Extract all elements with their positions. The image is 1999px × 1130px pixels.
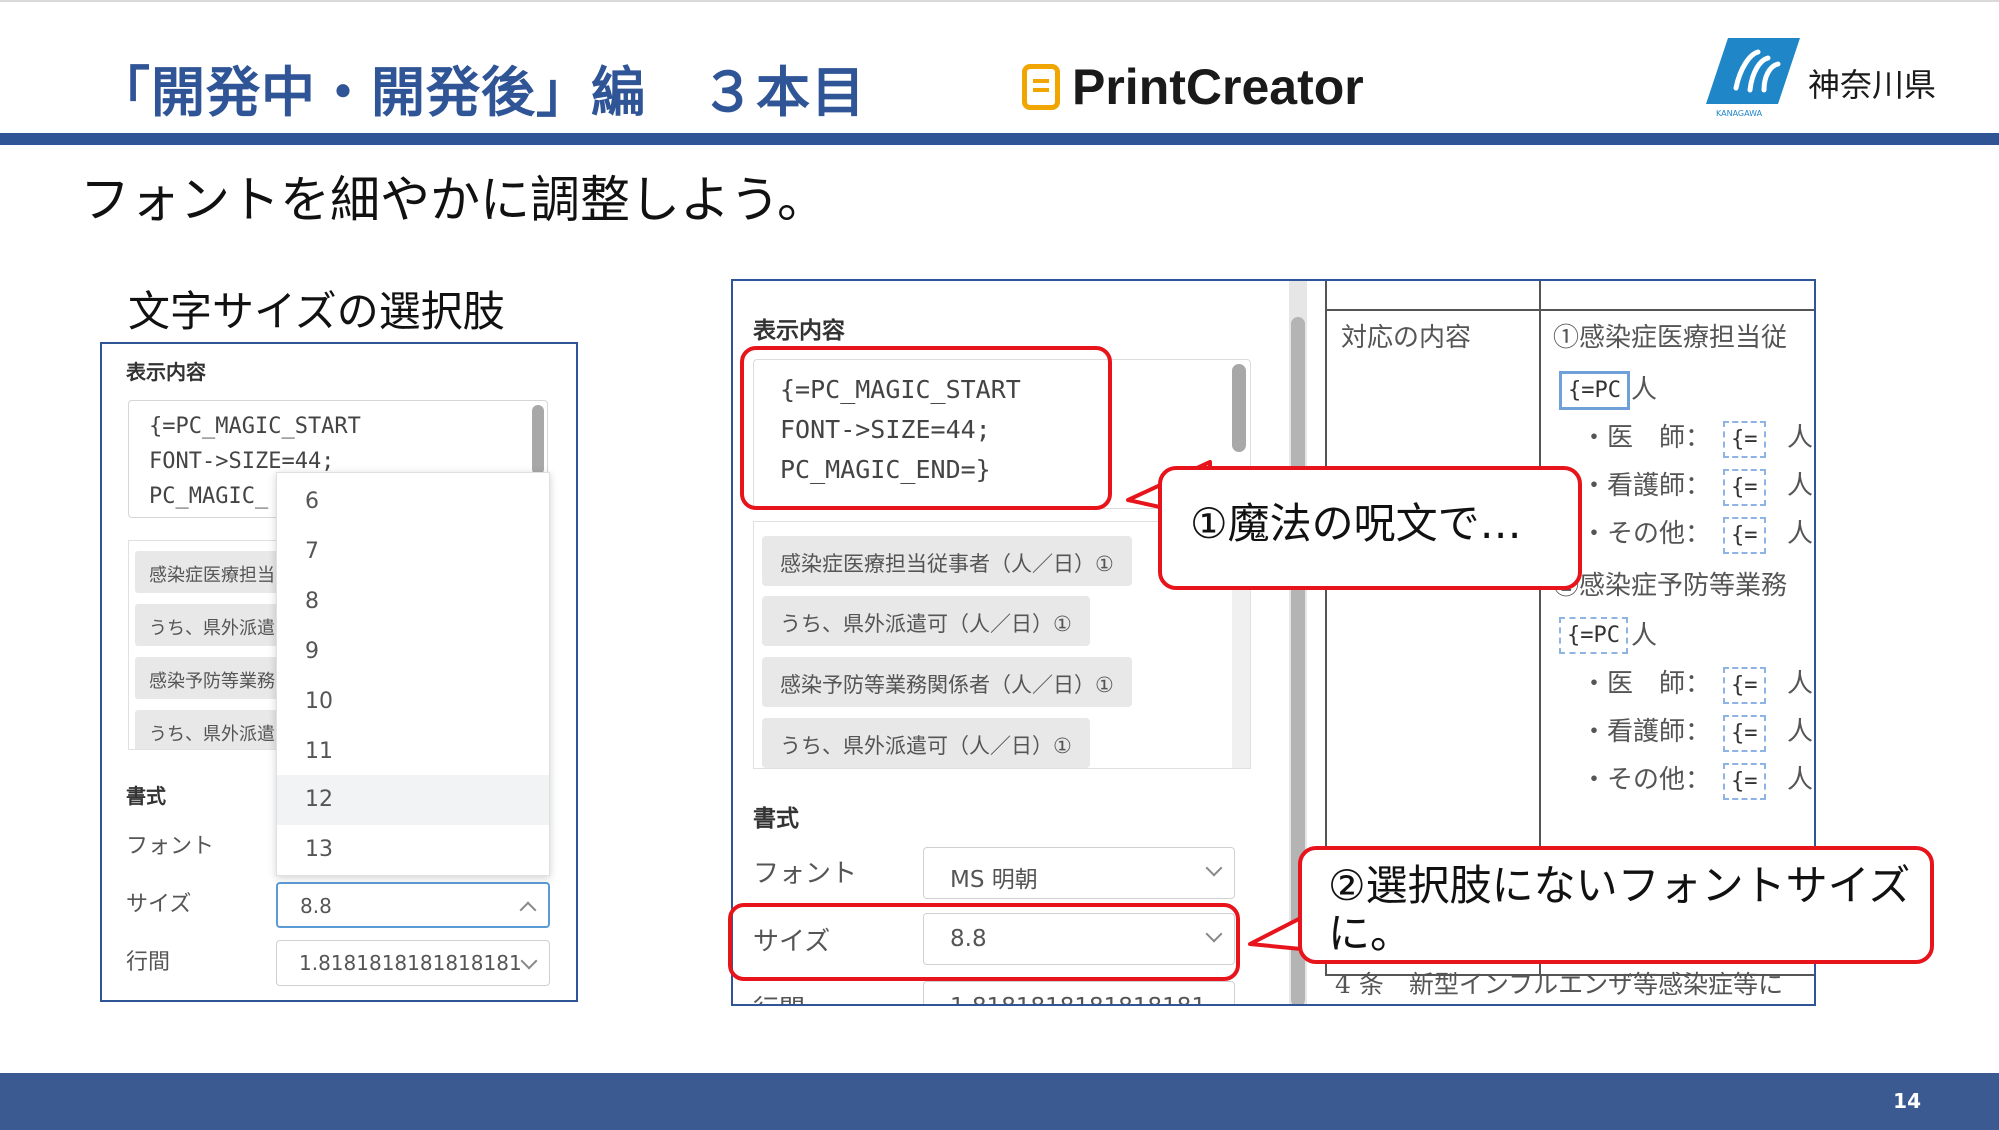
field-chip[interactable]: 感染症医療担当	[135, 551, 289, 593]
top-divider	[0, 0, 1999, 2]
size-option[interactable]: 13	[277, 825, 549, 875]
doctor-label: ・医 師：	[1581, 669, 1712, 699]
slide-subtitle: フォントを細やかに調整しよう。	[80, 171, 827, 229]
other-label: ・その他：	[1581, 765, 1712, 795]
unit-text: 人	[1787, 519, 1814, 549]
format-heading: 書式	[753, 806, 799, 832]
column-label: 対応の内容	[1341, 323, 1472, 353]
left-caption: 文字サイズの選択肢	[128, 287, 505, 336]
field-chip[interactable]: 感染予防等業務	[135, 657, 289, 699]
size-option[interactable]: 6	[277, 477, 549, 527]
placeholder-field[interactable]: {=	[1723, 421, 1766, 458]
printcreator-logo: PrintCreator	[1022, 58, 1364, 116]
font-size-callout: ②選択肢にないフォントサイズ に。	[1298, 846, 1934, 964]
unit-text: 人	[1787, 471, 1814, 501]
size-highlight-box	[728, 903, 1240, 981]
slide-title: 「開発中・開発後」編 ３本目	[96, 61, 866, 124]
size-dropdown: 6 7 8 9 10 11 12 13	[276, 472, 550, 876]
size-option-selected[interactable]: 12	[277, 775, 549, 825]
emblem-caption: KANAGAWA	[1716, 109, 1763, 118]
field-chip[interactable]: うち、県外派遣可（人／日）①	[762, 718, 1090, 768]
placeholder-field[interactable]: {=	[1723, 763, 1766, 800]
size-option[interactable]: 7	[277, 527, 549, 577]
display-content-heading: 表示内容	[753, 318, 845, 344]
font-label: フォント	[126, 834, 215, 859]
textarea-scrollbar[interactable]	[1232, 364, 1246, 452]
unit-text: 人	[1631, 375, 1658, 405]
placeholder-field[interactable]: {=PC	[1559, 617, 1628, 654]
field-chip[interactable]: 感染予防等業務関係者（人／日）①	[762, 657, 1132, 707]
size-select-value: 8.8	[300, 894, 332, 918]
unit-text: 人	[1787, 423, 1814, 453]
unit-text: 人	[1787, 717, 1814, 747]
placeholder-field[interactable]: {=	[1723, 667, 1766, 704]
line-spacing-label: 行間	[753, 989, 805, 1004]
size-label: サイズ	[126, 892, 192, 917]
line-spacing-value: 1.8181818181818181	[299, 951, 522, 975]
size-select[interactable]: 8.8	[276, 882, 550, 928]
table-border	[1325, 309, 1814, 311]
doc-item-2: ②感染症予防等業務	[1553, 571, 1788, 601]
line-spacing-select[interactable]: 1.8181818181818181	[923, 981, 1235, 1004]
prefecture-name: 神奈川県	[1808, 66, 1937, 104]
display-content-heading: 表示内容	[126, 360, 206, 384]
field-chip[interactable]: うち、県外派遣可（人／日）①	[762, 596, 1090, 646]
page-number: 14	[1893, 1089, 1921, 1113]
font-label: フォント	[753, 859, 858, 889]
placeholder-field[interactable]: {=	[1723, 469, 1766, 506]
line-spacing-select[interactable]: 1.8181818181818181	[276, 940, 550, 986]
other-label: ・その他：	[1581, 519, 1712, 549]
doc-item-1: ①感染症医療担当従	[1553, 323, 1788, 353]
format-heading: 書式	[126, 784, 166, 808]
textarea-scrollbar[interactable]	[532, 405, 544, 475]
size-options-panel: 表示内容 {=PC_MAGIC_START FONT->SIZE=44; PC_…	[100, 342, 578, 1002]
code-highlight-box	[740, 346, 1112, 510]
placeholder-field[interactable]: {=	[1723, 517, 1766, 554]
printcreator-logo-text: PrintCreator	[1072, 59, 1364, 115]
header-bar	[0, 133, 1999, 145]
field-chip[interactable]: うち、県外派遣	[135, 604, 289, 646]
unit-text: 人	[1787, 669, 1814, 699]
chevron-down-icon	[1205, 859, 1223, 877]
line-spacing-label: 行間	[126, 950, 171, 975]
doctor-label: ・医 師：	[1581, 423, 1712, 453]
size-option[interactable]: 9	[277, 627, 549, 677]
field-chip[interactable]: うち、県外派遣	[135, 710, 289, 749]
size-option[interactable]: 11	[277, 727, 549, 777]
nurse-label: ・看護師：	[1581, 717, 1712, 747]
size-option[interactable]: 8	[277, 577, 549, 627]
document-icon	[1022, 64, 1060, 110]
unit-text: 人	[1631, 621, 1658, 651]
font-size-callout-line: ②選択肢にないフォントサイズ	[1328, 861, 1911, 910]
field-chip[interactable]: 感染症医療担当従事者（人／日）①	[762, 536, 1132, 586]
line-spacing-value: 1.8181818181818181	[950, 994, 1206, 1004]
magic-spell-callout: ①魔法の呪文で…	[1158, 466, 1582, 590]
placeholder-field[interactable]: {=	[1723, 715, 1766, 752]
kanagawa-emblem-icon: KANAGAWA	[1706, 38, 1800, 118]
footer-bar: 14	[0, 1073, 1999, 1130]
magic-spell-callout-text: ①魔法の呪文で…	[1190, 499, 1522, 548]
unit-text: 人	[1787, 765, 1814, 795]
code-line: {=PC_MAGIC_START	[149, 414, 361, 439]
size-option[interactable]: 10	[277, 677, 549, 727]
chevron-down-icon	[520, 952, 538, 970]
chevron-up-icon	[519, 901, 537, 919]
font-select-value: MS 明朝	[950, 867, 1038, 893]
font-size-callout-line: に。	[1328, 909, 1413, 958]
font-select[interactable]: MS 明朝	[923, 847, 1235, 899]
article-text: 4 条 新型インフルエンザ等感染症等に	[1335, 970, 1784, 999]
placeholder-field[interactable]: {=PC	[1559, 371, 1630, 410]
nurse-label: ・看護師：	[1581, 471, 1712, 501]
